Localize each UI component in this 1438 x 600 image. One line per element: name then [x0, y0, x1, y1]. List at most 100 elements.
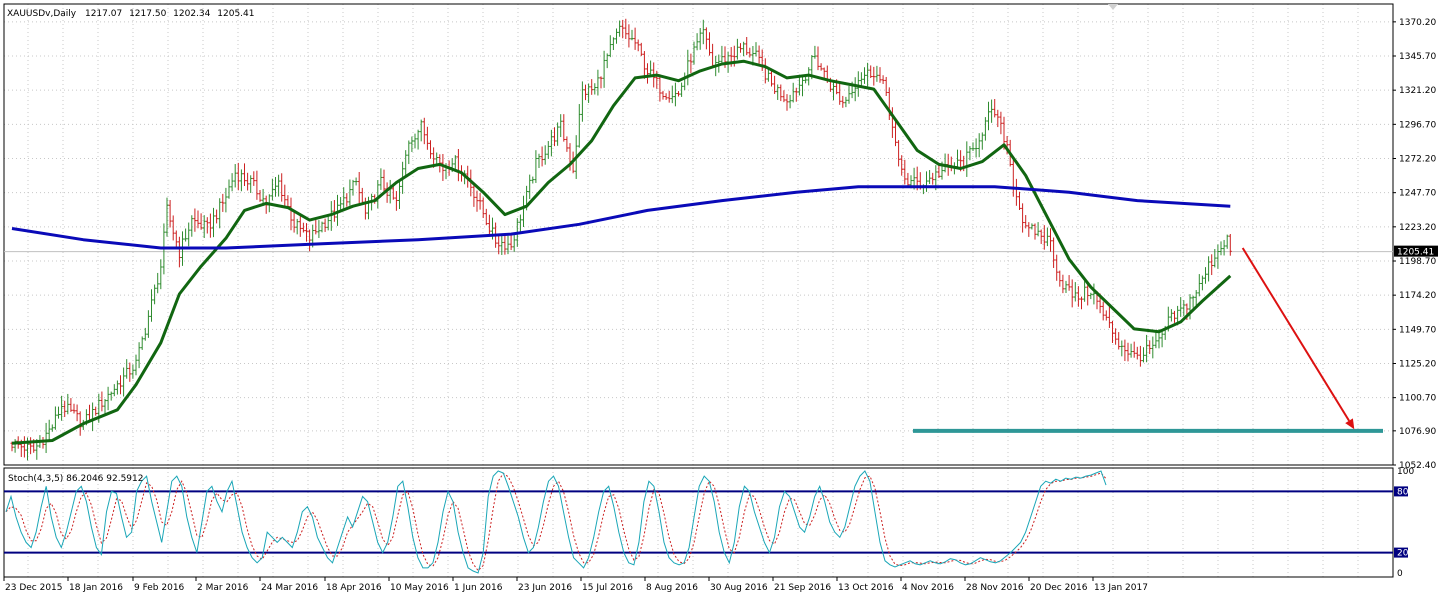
- candle: [990, 99, 994, 123]
- candle: [69, 398, 73, 412]
- candle: [376, 180, 380, 209]
- candle: [94, 406, 98, 416]
- candle: [41, 436, 45, 449]
- candle: [1151, 336, 1155, 359]
- candle: [925, 171, 928, 192]
- candle: [1135, 346, 1139, 360]
- price-tick-label: 1223.20: [1399, 223, 1436, 233]
- candle: [735, 38, 739, 60]
- price-tick-label: 1345.70: [1399, 52, 1436, 62]
- chart-shift-marker-icon[interactable]: [1108, 4, 1118, 10]
- candle: [816, 46, 820, 71]
- candle: [658, 74, 662, 102]
- candle: [425, 126, 429, 150]
- candle: [556, 122, 560, 146]
- candle: [708, 32, 711, 56]
- candle: [683, 72, 687, 91]
- candle: [794, 87, 798, 102]
- candle: [72, 403, 76, 414]
- time-tick-label: 23 Jun 2016: [518, 583, 572, 593]
- candle: [150, 289, 153, 322]
- candle: [106, 386, 110, 411]
- time-tick-label: 30 Aug 2016: [710, 583, 768, 593]
- candle: [788, 94, 792, 109]
- candle: [419, 119, 423, 142]
- price-header-symbol: XAUUSDv,Daily: [7, 9, 77, 19]
- candle: [1126, 342, 1130, 362]
- candle: [642, 51, 646, 79]
- candle: [543, 145, 547, 165]
- candle: [677, 91, 680, 97]
- candle: [239, 169, 243, 192]
- candle: [522, 195, 525, 228]
- candle: [897, 140, 901, 167]
- candle: [596, 69, 600, 96]
- candle: [208, 213, 212, 238]
- candle: [289, 197, 293, 231]
- candle: [190, 215, 194, 237]
- candle: [156, 272, 160, 294]
- candle: [233, 164, 237, 188]
- candle: [345, 193, 349, 207]
- candle: [739, 43, 742, 53]
- candle: [212, 207, 215, 238]
- candle: [218, 198, 222, 229]
- candle: [646, 63, 649, 84]
- candle: [298, 213, 302, 237]
- candle: [277, 174, 281, 197]
- candle: [639, 42, 643, 57]
- candle: [1182, 300, 1186, 317]
- candle: [1070, 279, 1074, 308]
- candle: [1104, 310, 1108, 321]
- candle: [599, 76, 603, 89]
- candle: [119, 375, 122, 395]
- time-tick-label: 9 Feb 2016: [134, 583, 185, 593]
- candle: [686, 49, 690, 86]
- candle: [971, 142, 975, 151]
- time-tick-label: 20 Dec 2016: [1030, 583, 1088, 593]
- price-header-low: 1202.34: [173, 9, 210, 19]
- candle: [1089, 292, 1093, 300]
- candle: [249, 175, 253, 193]
- candle: [165, 197, 169, 237]
- candle: [57, 406, 60, 419]
- candle: [534, 150, 538, 183]
- candle: [413, 133, 417, 149]
- candle: [804, 76, 808, 84]
- candle: [1129, 343, 1133, 358]
- candle: [323, 218, 327, 232]
- time-tick-label: 28 Nov 2016: [966, 583, 1024, 593]
- candle: [1200, 275, 1204, 291]
- price-tick-label: 1125.20: [1399, 359, 1436, 369]
- candle: [398, 179, 401, 209]
- candle: [122, 367, 126, 397]
- candle: [227, 179, 231, 199]
- candle: [661, 90, 665, 100]
- price-tick-label: 1198.70: [1399, 257, 1436, 267]
- candle: [301, 222, 305, 233]
- candle: [308, 229, 312, 252]
- candle: [292, 211, 296, 233]
- candle: [540, 146, 544, 167]
- candle: [531, 176, 535, 184]
- candle: [1207, 256, 1211, 282]
- price-header-high: 1217.50: [129, 9, 166, 19]
- stoch-tick-label: 100: [1397, 467, 1414, 477]
- time-tick-label: 8 Aug 2016: [646, 583, 698, 593]
- time-axis: 23 Dec 2015 18 Jan 2016 9 Feb 2016 2 Mar 20…: [3, 577, 1148, 593]
- candle: [983, 117, 987, 141]
- candle: [869, 65, 873, 79]
- candle: [512, 235, 516, 252]
- candle: [274, 177, 277, 197]
- candle: [1011, 159, 1015, 197]
- price-header: XAUUSDv,Daily 1217.07 1217.50 1202.34 12…: [7, 9, 254, 19]
- stoch-tick-label: 80: [1397, 487, 1409, 497]
- candle: [698, 28, 702, 50]
- candle: [655, 70, 659, 89]
- price-candles: [10, 18, 1232, 461]
- candle: [701, 19, 705, 45]
- candle: [1219, 241, 1223, 256]
- candle: [649, 60, 653, 76]
- stoch-tick-label: 20: [1397, 549, 1409, 559]
- candle: [1169, 309, 1173, 322]
